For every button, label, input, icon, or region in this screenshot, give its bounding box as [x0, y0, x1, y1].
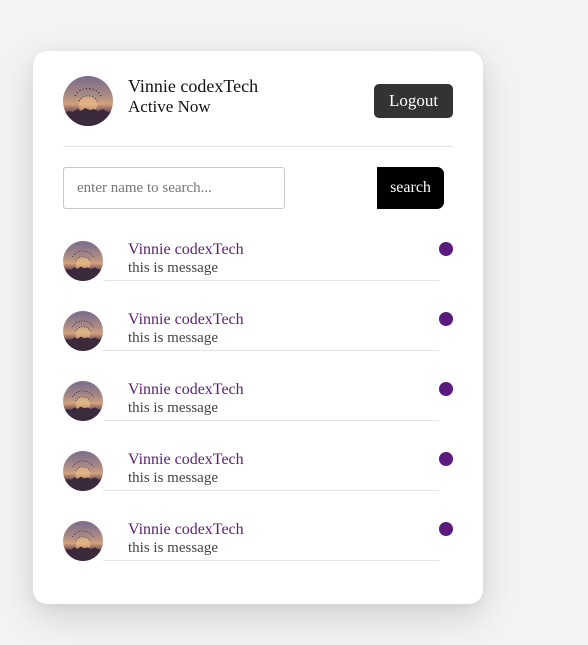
user-name: Vinnie codexTech — [128, 521, 244, 538]
user-list-item[interactable]: Vinnie codexTech this is message — [63, 311, 453, 355]
user-avatar — [63, 381, 103, 421]
user-avatar — [63, 451, 103, 491]
header-user-name: Vinnie codexTech — [128, 76, 259, 96]
search-input[interactable] — [63, 167, 285, 209]
item-divider — [103, 560, 439, 561]
last-message: this is message — [128, 260, 218, 276]
sunset-photo-icon — [63, 460, 103, 491]
sunset-photo-icon — [63, 390, 103, 421]
last-message: this is message — [128, 400, 218, 416]
user-list-item[interactable]: Vinnie codexTech this is message — [63, 381, 453, 425]
item-divider — [103, 490, 439, 491]
sunset-photo-icon — [63, 88, 113, 126]
search-button[interactable]: search — [377, 167, 444, 209]
header-user-status: Active Now — [128, 97, 211, 116]
user-list-item[interactable]: Vinnie codexTech this is message — [63, 451, 453, 495]
item-divider — [103, 420, 439, 421]
sunset-photo-icon — [63, 530, 103, 561]
user-name: Vinnie codexTech — [128, 381, 244, 398]
online-status-dot — [439, 522, 453, 536]
last-message: this is message — [128, 330, 218, 346]
user-avatar — [63, 311, 103, 351]
header-avatar — [63, 76, 113, 126]
user-list-item[interactable]: Vinnie codexTech this is message — [63, 521, 453, 565]
chat-users-card: Vinnie codexTech Active Now Logout searc… — [33, 51, 483, 604]
online-status-dot — [439, 382, 453, 396]
logout-button[interactable]: Logout — [374, 84, 453, 118]
item-divider — [103, 350, 439, 351]
header-divider — [63, 146, 453, 147]
last-message: this is message — [128, 470, 218, 486]
user-name: Vinnie codexTech — [128, 241, 244, 258]
last-message: this is message — [128, 540, 218, 556]
user-list-item[interactable]: Vinnie codexTech this is message — [63, 241, 453, 285]
sunset-photo-icon — [63, 250, 103, 281]
online-status-dot — [439, 452, 453, 466]
item-divider — [103, 280, 439, 281]
user-avatar — [63, 521, 103, 561]
user-name: Vinnie codexTech — [128, 451, 244, 468]
online-status-dot — [439, 312, 453, 326]
sunset-photo-icon — [63, 320, 103, 351]
online-status-dot — [439, 242, 453, 256]
user-name: Vinnie codexTech — [128, 311, 244, 328]
user-avatar — [63, 241, 103, 281]
